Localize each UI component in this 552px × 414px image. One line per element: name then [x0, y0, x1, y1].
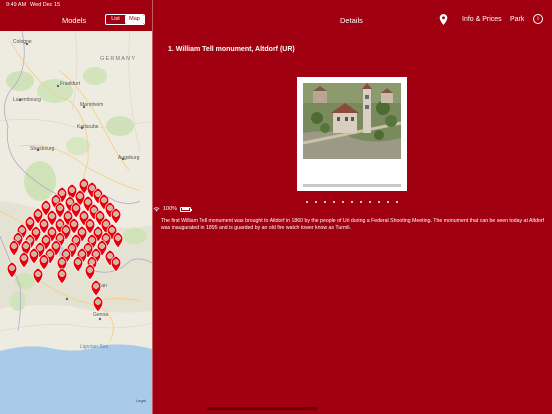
map-pin[interactable] [18, 251, 30, 269]
map-pin[interactable] [28, 247, 40, 265]
pin-cluster [6, 177, 124, 313]
map-pin[interactable] [56, 267, 68, 285]
map-pin[interactable] [92, 295, 104, 313]
status-right: 100% [153, 2, 552, 414]
map-pin[interactable] [110, 207, 122, 225]
map-pin[interactable] [6, 261, 18, 279]
map-pin[interactable] [112, 231, 124, 249]
status-bar: 9:49 AM Wed Dec 15 100% [0, 0, 552, 212]
map-pin[interactable] [84, 263, 96, 281]
segment-list[interactable]: List [106, 15, 125, 24]
battery-icon [180, 206, 193, 212]
map-pin[interactable] [38, 253, 50, 271]
map-view[interactable]: Cologne GERMANY Frankfurt Luxembourg Man… [0, 31, 152, 414]
map-pin[interactable] [110, 255, 122, 273]
panel-title: Models [62, 16, 87, 25]
left-panel: Models List Map Cologne GERMANY Frankfur… [0, 0, 152, 414]
wifi-icon [153, 206, 160, 211]
segment-map[interactable]: Map [125, 15, 144, 24]
map-pin[interactable] [90, 279, 102, 297]
battery-percent: 100% [163, 206, 178, 212]
status-date: Wed Dec 15 [30, 2, 61, 8]
map-pin[interactable] [72, 255, 84, 273]
status-time: 9:49 AM [6, 2, 27, 8]
map-pin[interactable] [32, 267, 44, 285]
map-pin[interactable] [8, 239, 20, 257]
view-segmented-control: List Map [105, 14, 145, 25]
